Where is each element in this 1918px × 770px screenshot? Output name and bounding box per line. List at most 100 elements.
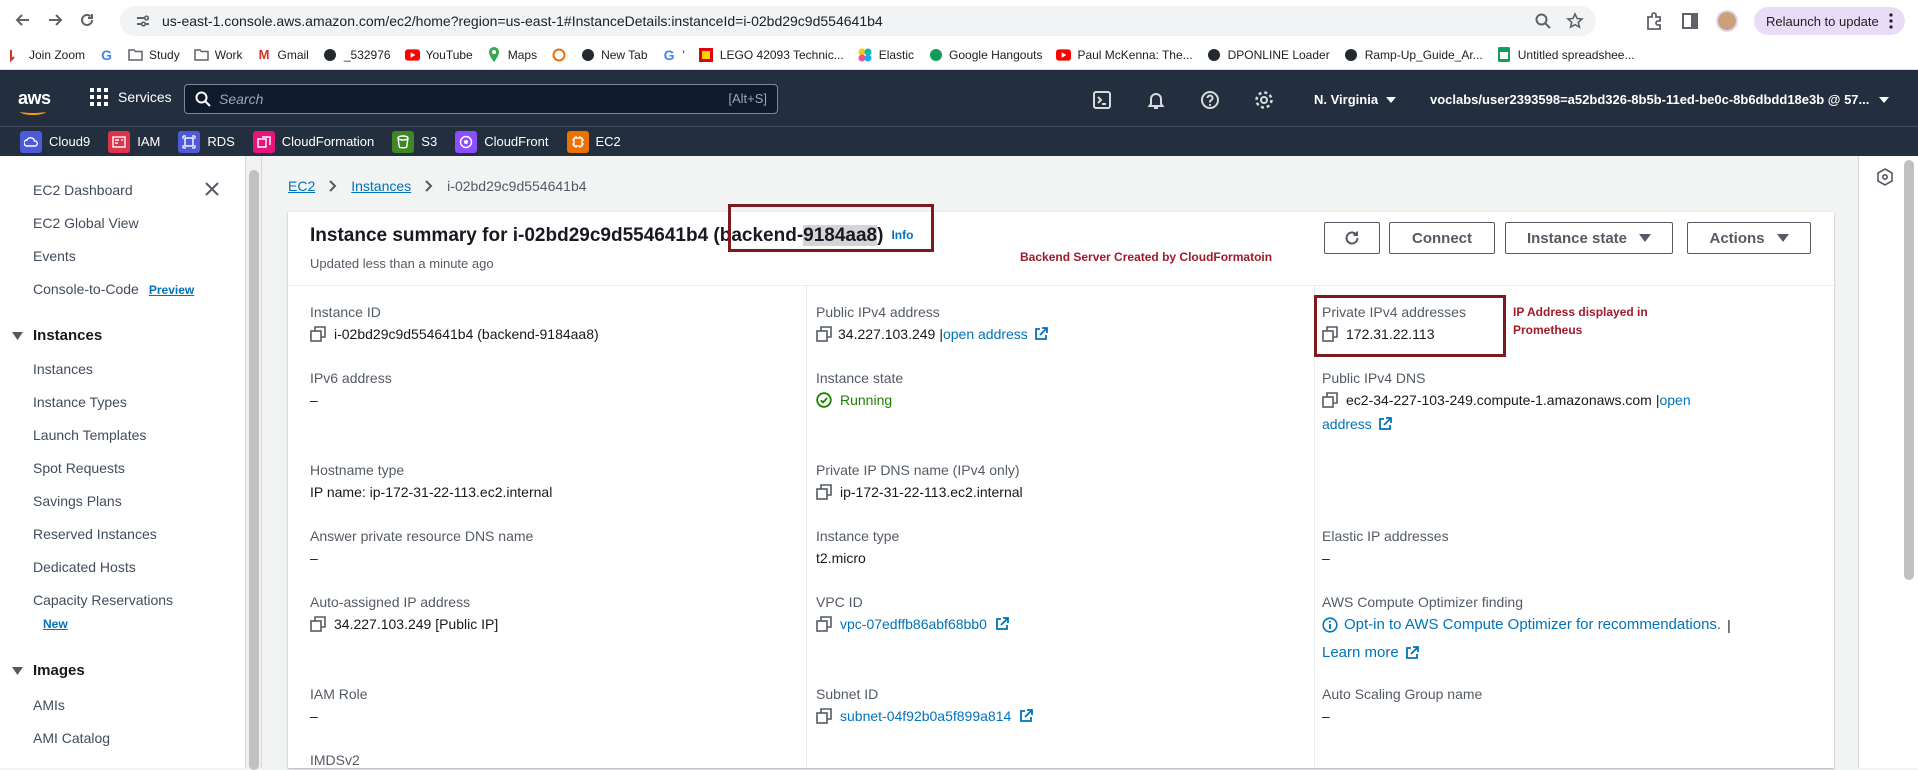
external-link-icon[interactable] [1405,645,1419,660]
learn-more-link[interactable]: Learn more [1322,644,1399,661]
fav-ec2[interactable]: EC2 [566,130,621,153]
new-badge[interactable]: New [43,617,68,631]
sidebar-item-launch-templates[interactable]: Launch Templates [33,427,146,443]
fav-cloudfront[interactable]: CloudFront [455,130,549,153]
sidebar-item-ec2-global-view[interactable]: EC2 Global View [33,215,139,231]
breadcrumb-instances[interactable]: Instances [351,178,411,194]
copy-icon[interactable] [816,326,832,342]
sidebar-scroll-thumb[interactable] [249,170,259,770]
connect-button[interactable]: Connect [1389,222,1495,254]
bookmark-google-quote[interactable]: G ' [662,47,685,63]
side-panel-icon[interactable] [1680,11,1700,31]
bookmark-lego[interactable]: LEGO 42093 Technic... [699,47,844,62]
sidebar-item-instance-types[interactable]: Instance Types [33,394,127,410]
open-address-link[interactable]: open [1659,392,1690,408]
open-address-link-cont[interactable]: address [1322,416,1372,432]
copy-icon[interactable] [1322,392,1338,408]
sidebar-item-spot-requests[interactable]: Spot Requests [33,460,125,476]
sidebar-section-instances[interactable]: Instances [12,327,102,344]
back-arrow-icon[interactable] [10,7,36,33]
sidebar-item-events[interactable]: Events [33,248,76,264]
site-settings-icon[interactable] [134,12,152,30]
external-link-icon[interactable] [995,617,1009,631]
hangouts-icon [928,47,943,62]
bookmark-532976[interactable]: _532976 [323,47,391,62]
copy-icon[interactable] [816,484,832,500]
external-link-icon[interactable] [1378,417,1392,431]
vpc-id-link[interactable]: vpc-07edffb86abf68bb0 [840,616,987,632]
sidebar-section-images[interactable]: Images [12,662,85,679]
sidebar-item-savings-plans[interactable]: Savings Plans [33,493,122,509]
optimizer-link[interactable]: Opt-in to AWS Compute Optimizer for reco… [1344,616,1721,633]
fav-cloud9[interactable]: Cloud9 [20,130,90,153]
fav-rds[interactable]: RDS [178,130,235,153]
url-text[interactable]: us-east-1.console.aws.amazon.com/ec2/hom… [162,13,883,29]
relaunch-button[interactable]: Relaunch to update [1754,7,1905,35]
gear-icon[interactable] [1254,90,1274,110]
kebab-menu-icon[interactable] [1889,13,1893,29]
bookmark-gmail[interactable]: M Gmail [257,47,309,62]
bookmark-youtube[interactable]: YouTube [404,47,473,62]
copy-icon[interactable] [310,616,326,632]
close-icon[interactable] [204,181,220,197]
external-link-icon[interactable] [1019,709,1034,723]
fav-iam[interactable]: IAM [108,130,160,153]
extensions-icon[interactable] [1644,11,1664,31]
bookmark-new-tab[interactable]: New Tab [580,47,648,62]
cloudshell-icon[interactable] [1092,90,1112,110]
breadcrumb-ec2[interactable]: EC2 [288,178,315,194]
search-shortcut: [Alt+S] [728,91,767,106]
forward-arrow-icon[interactable] [42,7,68,33]
help-icon[interactable] [1200,90,1220,110]
sidebar-item-console-to-code[interactable]: Console-to-Code Preview [33,281,194,297]
copy-icon[interactable] [310,326,326,342]
page-scrollbar[interactable] [1904,160,1914,580]
auto-ip-text: 34.227.103.249 [Public IP] [334,616,499,632]
instance-state-button[interactable]: Instance state [1505,222,1673,254]
bookmark-dponline[interactable]: DPONLINE Loader [1207,47,1330,62]
address-bar[interactable]: us-east-1.console.aws.amazon.com/ec2/hom… [120,6,1596,36]
bookmark-join-zoom[interactable]: Join Zoom [8,47,85,62]
bookmark-star-icon[interactable] [1566,12,1584,30]
zoom-icon[interactable] [1534,12,1552,30]
sidebar-scrollbar[interactable] [246,156,262,770]
sidebar-item-amis[interactable]: AMIs [33,697,65,713]
sidebar-item-reserved-instances[interactable]: Reserved Instances [33,526,157,542]
hexagon-settings-icon[interactable] [1876,168,1894,186]
bookmark-google[interactable]: G [99,47,114,63]
bookmark-elastic[interactable]: Elastic [858,47,914,62]
account-menu[interactable]: voclabs/user2393598=a52bd326-8b5b-11ed-b… [1430,92,1890,107]
bookmark-hangouts[interactable]: Google Hangouts [928,47,1042,62]
sidebar-item-capacity-reservations[interactable]: Capacity Reservations [33,592,173,608]
reload-icon[interactable] [74,7,100,33]
bookmark-paul-mckenna[interactable]: Paul McKenna: The... [1056,47,1193,62]
bookmark-spreadsheet[interactable]: Untitled spreadshee... [1497,47,1635,62]
aws-search-input[interactable]: Search [Alt+S] [184,84,778,114]
refresh-button[interactable] [1324,222,1380,254]
sidebar-item-dedicated-hosts[interactable]: Dedicated Hosts [33,559,136,575]
copy-icon[interactable] [816,616,832,632]
bookmark-work[interactable]: Work [193,47,243,62]
fav-label: EC2 [595,134,621,149]
preview-badge[interactable]: Preview [149,283,194,297]
bell-icon[interactable] [1146,90,1166,110]
copy-icon[interactable] [816,708,832,724]
actions-button[interactable]: Actions [1687,222,1811,254]
sidebar-item-ami-catalog[interactable]: AMI Catalog [33,730,110,746]
subnet-id-link[interactable]: subnet-04f92b0a5f899a814 [840,708,1011,724]
bookmark-ramp-up[interactable]: Ramp-Up_Guide_Ar... [1344,47,1483,62]
external-link-icon[interactable] [1034,327,1048,341]
services-menu[interactable]: Services [90,88,172,106]
sidebar-item-instances[interactable]: Instances [33,361,93,377]
bookmark-unknown[interactable] [551,47,566,62]
bookmark-label: LEGO 42093 Technic... [719,47,844,62]
fav-cloudformation[interactable]: CloudFormation [252,130,374,153]
bookmark-study[interactable]: Study [128,47,180,62]
sidebar-item-ec2-dashboard[interactable]: EC2 Dashboard [33,182,133,198]
bookmark-maps[interactable]: Maps [487,47,537,62]
aws-logo[interactable]: aws [18,88,51,115]
region-selector[interactable]: N. Virginia [1314,92,1397,107]
profile-avatar[interactable] [1716,10,1738,32]
fav-s3[interactable]: S3 [392,130,437,153]
open-address-link[interactable]: open address [943,326,1028,342]
